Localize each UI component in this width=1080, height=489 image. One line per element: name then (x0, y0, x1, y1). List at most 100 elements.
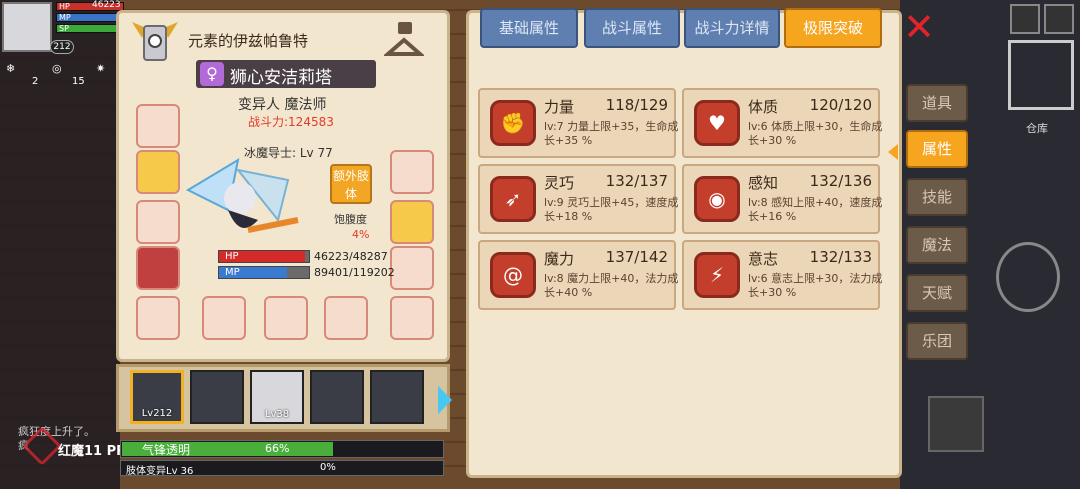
tab-combat-attributes[interactable]: 战斗属性 (584, 8, 680, 48)
snowflake-icon: ❄ (6, 62, 16, 75)
attr-value: 132/136 (809, 172, 872, 190)
skill-progress-percent: 66% (265, 442, 290, 455)
character-sprite (185, 157, 299, 233)
bow-weapon-icon[interactable] (996, 242, 1060, 312)
char-hp-value: 46223/48287 (314, 250, 388, 263)
close-icon[interactable]: ✕ (900, 8, 938, 46)
equip-slot-neck[interactable] (136, 150, 180, 194)
equip-slot-tool[interactable] (390, 296, 434, 340)
sword-attack-icon[interactable] (928, 396, 984, 452)
active-tab-pointer-icon (888, 144, 898, 160)
skill-progress-name: 气锋透明 (142, 443, 191, 457)
satiety-label: 饱腹度 (334, 213, 367, 226)
globe-icon[interactable] (1010, 4, 1040, 34)
equip-slot-cloak[interactable] (136, 246, 180, 290)
hud-sp-label: SP (59, 24, 69, 33)
character-title: 元素的伊兹帕鲁特 (188, 32, 309, 50)
character-class: 变异人 魔法师 (238, 97, 327, 113)
attr-value: 137/142 (605, 248, 668, 266)
gear-icon: ✷ (96, 62, 106, 75)
combat-power: 战斗力:124583 (248, 115, 334, 129)
equip-slot-accessory[interactable] (390, 104, 434, 148)
equip-slot-ammo[interactable] (324, 296, 368, 340)
hud-hp-label: HP (59, 2, 70, 11)
attr-desc: lv:8 魔力上限+40，法力成长+40 % (544, 272, 679, 299)
wardrobe-hanger-icon[interactable] (384, 20, 424, 60)
equip-slot-weapon[interactable] (202, 296, 246, 340)
buff-count: 15 (72, 76, 85, 87)
attr-desc: lv:6 意志上限+30，法力成长+30 % (748, 272, 883, 299)
attr-name: 魔力 (544, 250, 575, 268)
attr-desc: lv:8 感知上限+40，速度成长+16 % (748, 196, 883, 223)
side-tab-talents[interactable]: 天赋 (906, 274, 968, 312)
mutation-progress-percent: 0% (320, 462, 336, 473)
minimize-icon[interactable] (1044, 4, 1074, 34)
attr-card-perception[interactable]: ◉ 感知 132/136 lv:8 感知上限+40，速度成长+16 % (682, 164, 882, 234)
attr-name: 灵巧 (544, 174, 575, 192)
hud-sp-bar: SP (56, 24, 124, 33)
side-tab-skills[interactable]: 技能 (906, 178, 968, 216)
running-icon: ➶ (490, 176, 536, 222)
attr-desc: lv:6 体质上限+30，生命成长+30 % (748, 120, 883, 147)
equip-slot-offhand[interactable] (264, 296, 308, 340)
char-hp-label: HP (225, 251, 239, 262)
side-tab-band[interactable]: 乐团 (906, 322, 968, 360)
tab-limit-break[interactable]: 极限突破 (784, 8, 882, 48)
satiety-value: 4% (352, 228, 370, 241)
female-gender-icon: ♀ (200, 62, 224, 86)
char-mp-bar: MP (218, 266, 310, 279)
side-tab-items[interactable]: 道具 (906, 84, 968, 122)
warehouse-label: 仓库 (1026, 122, 1048, 135)
party-slot[interactable] (190, 370, 244, 424)
hud-mp-bar: MP (56, 13, 124, 22)
party-slot[interactable] (370, 370, 424, 424)
mutation-progress-name: 肢体变异Lv 36 (126, 466, 194, 477)
equip-slot-body[interactable] (136, 200, 180, 244)
equip-slot-belt[interactable] (136, 296, 180, 340)
swirl-icon: ◎ (52, 62, 62, 75)
attr-card-strength[interactable]: ✊ 力量 118/129 lv:7 力量上限+35，生命成长+35 % (478, 88, 678, 158)
attr-value: 120/120 (809, 96, 872, 114)
party-slot-level: Lv212 (141, 408, 173, 419)
equip-slot-boots[interactable] (390, 246, 434, 290)
attr-name: 体质 (748, 98, 779, 116)
party-slot-level: Lv38 (264, 409, 290, 420)
attr-name: 感知 (748, 174, 779, 192)
body-icon: ♥ (694, 100, 740, 146)
attr-name: 意志 (748, 250, 779, 268)
attr-card-will[interactable]: ⚡ 意志 132/133 lv:6 意志上限+30，法力成长+30 % (682, 240, 882, 310)
title-emblem-icon (132, 22, 178, 61)
spiral-icon: @ (490, 252, 536, 298)
attr-desc: lv:7 力量上限+35，生命成长+35 % (544, 120, 679, 147)
attr-name: 力量 (544, 98, 575, 116)
tab-power-details[interactable]: 战斗力详情 (684, 8, 780, 48)
hud-hp-value: 46223 (92, 0, 121, 10)
attr-desc: lv:9 灵巧上限+45，速度成长+18 % (544, 196, 679, 223)
extra-limb-button[interactable]: 额外肢体 (330, 164, 372, 204)
char-mp-value: 89401/119202 (314, 266, 395, 279)
equip-slot-ring[interactable] (390, 200, 434, 244)
equip-slot-gloves[interactable] (390, 150, 434, 194)
equip-slot-head[interactable] (136, 104, 180, 148)
attr-card-dexterity[interactable]: ➶ 灵巧 132/137 lv:9 灵巧上限+45，速度成长+18 % (478, 164, 678, 234)
attr-value: 132/137 (605, 172, 668, 190)
party-slot[interactable] (310, 370, 364, 424)
character-name: 狮心安洁莉塔 (230, 68, 332, 88)
party-next-arrow-icon[interactable] (438, 386, 452, 414)
party-slot[interactable]: Lv38 (250, 370, 304, 424)
eye-icon: ◉ (694, 176, 740, 222)
party-slot[interactable]: Lv212 (130, 370, 184, 424)
minimap[interactable] (1008, 40, 1074, 110)
char-mp-label: MP (225, 267, 240, 278)
tab-basic-attributes[interactable]: 基础属性 (480, 8, 578, 48)
side-tab-magic[interactable]: 魔法 (906, 226, 968, 264)
player-avatar[interactable] (2, 2, 52, 52)
side-tab-attributes[interactable]: 属性 (906, 130, 968, 168)
attr-value: 118/129 (605, 96, 668, 114)
muscle-arm-icon: ✊ (490, 100, 536, 146)
attr-card-magic[interactable]: @ 魔力 137/142 lv:8 魔力上限+40，法力成长+40 % (478, 240, 678, 310)
attr-card-constitution[interactable]: ♥ 体质 120/120 lv:6 体质上限+30，生命成长+30 % (682, 88, 882, 158)
player-level-badge: 212 (50, 40, 74, 54)
char-hp-bar: HP (218, 250, 310, 263)
hud-mp-label: MP (59, 13, 71, 22)
